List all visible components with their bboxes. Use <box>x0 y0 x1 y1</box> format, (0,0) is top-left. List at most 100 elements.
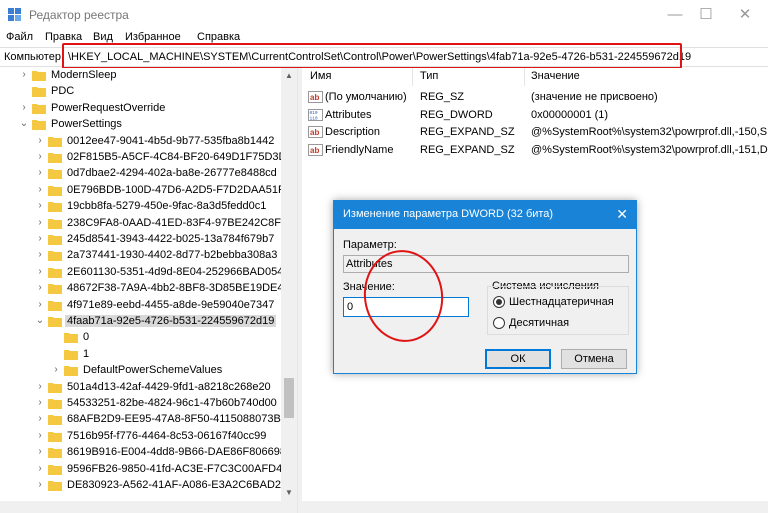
menu-help[interactable]: Справка <box>197 31 240 43</box>
chevron-right-icon[interactable]: › <box>35 167 45 179</box>
dec-radio[interactable] <box>493 317 505 329</box>
chevron-right-icon[interactable]: › <box>35 430 45 442</box>
menu-edit[interactable]: Правка <box>45 31 82 43</box>
scroll-down-icon[interactable]: ▼ <box>281 485 297 501</box>
folder-icon <box>48 169 62 180</box>
tree-item-label: 9596FB26-9850-41fd-AC3E-F7C3C00AFD4B <box>67 462 290 475</box>
chevron-down-icon[interactable]: ⌄ <box>19 118 29 130</box>
chevron-right-icon[interactable]: › <box>35 184 45 196</box>
chevron-right-icon[interactable]: › <box>35 135 45 147</box>
folder-icon <box>48 153 62 163</box>
folder-icon <box>64 366 78 377</box>
tree-item[interactable]: › 2a737441-1930-4402-8d77-b2bebba308a3 <box>0 248 280 264</box>
dec-radio-label[interactable]: Десятичная <box>509 317 569 329</box>
tree-item[interactable]: 0 <box>0 330 280 346</box>
chevron-right-icon[interactable]: › <box>35 299 45 311</box>
tree-item[interactable]: › 0012ee47-9041-4b5d-9b77-535fba8b1442 <box>0 134 280 150</box>
param-label: Параметр: <box>343 239 397 251</box>
tree-item-label: 48672F38-7A9A-4bb2-8BF8-3D85BE19DE4E <box>67 282 291 295</box>
chevron-right-icon[interactable]: › <box>35 397 45 409</box>
tree-item[interactable]: 1 <box>0 347 280 363</box>
tree-item[interactable]: › ModernSleep <box>0 68 280 84</box>
tree-item-label: 7516b95f-f776-4464-8c53-06167f40cc99 <box>67 429 267 442</box>
folder-icon <box>48 415 62 426</box>
value-name-cell: FriendlyName <box>325 143 394 156</box>
column-divider[interactable] <box>412 68 413 86</box>
tree-item[interactable]: › DefaultPowerSchemeValues <box>0 363 280 379</box>
tree-item-label: 02F815B5-A5CF-4C84-BF20-649D1F75D3D8 <box>67 151 293 163</box>
ok-button[interactable]: ОК <box>485 349 551 369</box>
tree-item[interactable]: › 245d8541-3943-4422-b025-13a784f679b7 <box>0 232 280 248</box>
chevron-right-icon[interactable]: › <box>35 200 45 212</box>
chevron-right-icon[interactable]: › <box>35 446 45 458</box>
tree-item-label: 0 <box>83 331 90 344</box>
tree-item[interactable]: ⌄ 4faab71a-92e5-4726-b531-224559672d19 <box>0 314 280 330</box>
hex-radio[interactable] <box>493 296 505 308</box>
tree-item[interactable]: › 8619B916-E004-4dd8-9B66-DAE86F806698 <box>0 445 286 461</box>
folder-icon <box>64 333 78 344</box>
column-divider[interactable] <box>524 68 525 86</box>
hex-radio-label[interactable]: Шестнадцатеричная <box>509 296 614 308</box>
close-button[interactable]: ✕ <box>722 0 768 29</box>
menu-view[interactable]: Вид <box>93 31 113 43</box>
tree-item[interactable]: › 501a4d13-42af-4429-9fd1-a8218c268e20 <box>0 380 280 396</box>
chevron-right-icon[interactable]: › <box>35 233 45 245</box>
chevron-right-icon[interactable]: › <box>35 151 45 163</box>
scroll-up-icon[interactable]: ▲ <box>281 68 297 84</box>
tree-item[interactable]: › 7516b95f-f776-4464-8c53-06167f40cc99 <box>0 429 280 445</box>
address-root-label: Компьютер <box>4 51 61 63</box>
value-type-cell: REG_DWORD <box>420 108 493 121</box>
value-row[interactable]: ab Description REG_EXPAND_SZ @%SystemRoot%\… <box>302 124 768 141</box>
tree-item[interactable]: › 54533251-82be-4824-96c1-47b60b740d00 <box>0 396 280 412</box>
menu-favorites[interactable]: Избранное <box>125 31 181 43</box>
tree-item[interactable]: ⌄ PowerSettings <box>0 117 280 133</box>
chevron-right-icon[interactable]: › <box>35 463 45 475</box>
value-row[interactable]: 010 110 Attributes REG_DWORD 0x00000001 (1) <box>302 107 768 124</box>
tree-item[interactable]: › 19cbb8fa-5279-450e-9fac-8a3d5fedd0c1 <box>0 199 280 215</box>
title-bar: Редактор реестра — ☐ ✕ <box>0 0 768 29</box>
tree-item[interactable]: › 0E796BDB-100D-47D6-A2D5-F7D2DAA51F51 <box>0 183 297 199</box>
chevron-right-icon[interactable]: › <box>35 217 45 229</box>
value-row[interactable]: ab (По умолчанию) REG_SZ (значение не присв… <box>302 89 768 106</box>
value-value-cell: (значение не присвоено) <box>531 91 658 103</box>
chevron-right-icon[interactable]: › <box>35 282 45 294</box>
chevron-right-icon[interactable]: › <box>51 364 61 376</box>
folder-icon <box>48 431 62 442</box>
tree-item[interactable]: › 68AFB2D9-EE95-47A8-8F50-4115088073B1 <box>0 412 287 428</box>
column-header-name[interactable]: Имя <box>310 70 331 82</box>
value-row[interactable]: ab FriendlyName REG_EXPAND_SZ @%SystemRoot%… <box>302 142 768 159</box>
registry-editor-icon <box>8 8 21 21</box>
chevron-right-icon[interactable]: › <box>35 479 45 491</box>
tree-item[interactable]: › 9596FB26-9850-41fd-AC3E-F7C3C00AFD4B <box>0 462 290 478</box>
tree-item-label: PowerRequestOverride <box>51 101 166 114</box>
dialog-title-bar: Изменение параметра DWORD (32 бита) ✕ <box>334 201 636 229</box>
values-horizontal-scrollbar[interactable] <box>302 501 768 513</box>
column-header-type[interactable]: Тип <box>420 70 438 82</box>
menu-file[interactable]: Файл <box>6 31 33 43</box>
tree-item[interactable]: › PowerRequestOverride <box>0 101 280 117</box>
chevron-right-icon[interactable]: › <box>35 413 45 425</box>
tree-item[interactable]: PDC <box>0 84 280 100</box>
chevron-right-icon[interactable]: › <box>19 69 29 81</box>
chevron-right-icon[interactable]: › <box>35 249 45 261</box>
chevron-right-icon[interactable]: › <box>35 266 45 278</box>
tree-item[interactable]: › 02F815B5-A5CF-4C84-BF20-649D1F75D3D8 <box>0 150 293 166</box>
dialog-close-icon[interactable]: ✕ <box>616 206 628 223</box>
tree-vertical-scrollbar[interactable]: ▲ ▼ <box>281 68 297 501</box>
chevron-right-icon[interactable]: › <box>19 102 29 114</box>
tree-item[interactable]: › DE830923-A562-41AF-A086-E3A2C6BAD2DA <box>0 478 296 494</box>
column-header-value[interactable]: Значение <box>531 70 580 82</box>
tree-item[interactable]: › 0d7dbae2-4294-402a-ba8e-26777e8488cd <box>0 166 280 182</box>
value-type-cell: REG_EXPAND_SZ <box>420 143 515 156</box>
tree-item[interactable]: › 238C9FA8-0AAD-41ED-83F4-97BE242C8F20 <box>0 216 293 232</box>
value-name-cell: Description <box>325 126 381 138</box>
cancel-button[interactable]: Отмена <box>561 349 627 369</box>
tree-item[interactable]: › 48672F38-7A9A-4bb2-8BF8-3D85BE19DE4E <box>0 281 291 297</box>
scroll-thumb[interactable] <box>284 378 294 418</box>
tree-horizontal-scrollbar[interactable] <box>0 501 297 513</box>
chevron-down-icon[interactable]: ⌄ <box>35 315 45 327</box>
tree-item[interactable]: › 4f971e89-eebd-4455-a8de-9e59040e7347 <box>0 298 280 314</box>
chevron-right-icon[interactable]: › <box>35 381 45 393</box>
tree-item-label: 2E601130-5351-4d9d-8E04-252966BAD054 <box>67 265 284 278</box>
tree-item[interactable]: › 2E601130-5351-4d9d-8E04-252966BAD054 <box>0 265 283 281</box>
